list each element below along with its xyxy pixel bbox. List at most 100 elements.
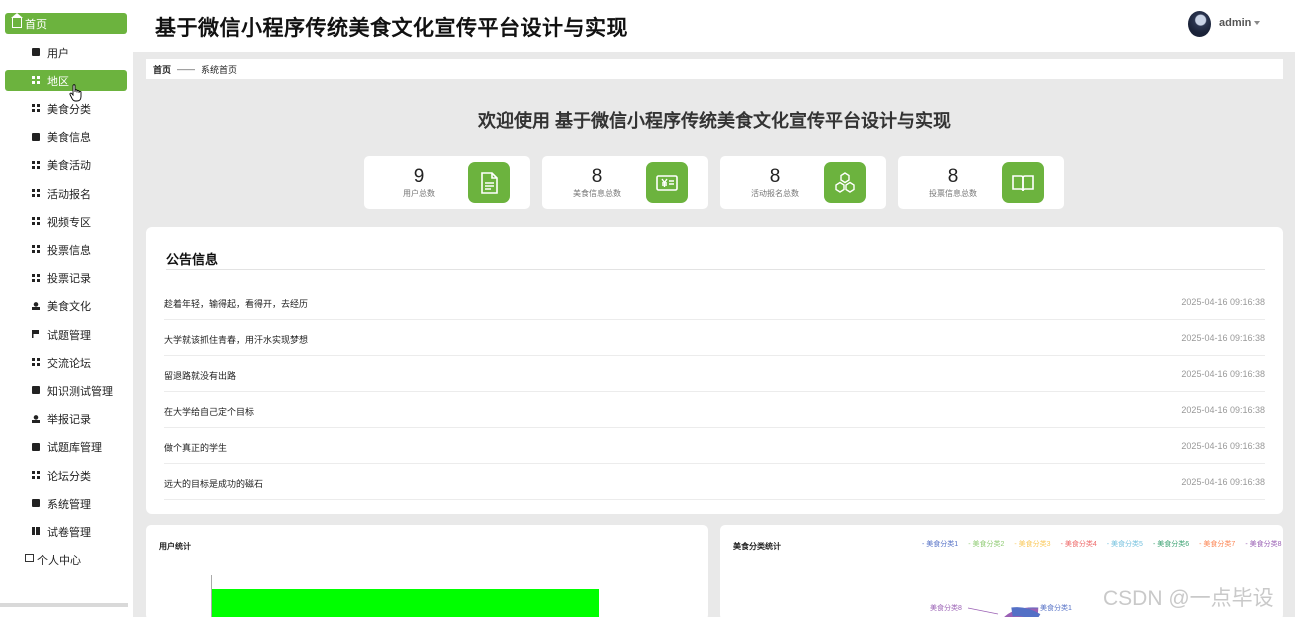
- sidebar: 首页 用户地区美食分类美食信息美食活动活动报名视频专区投票信息投票记录美食文化试…: [0, 0, 133, 617]
- stat-value: 9: [413, 166, 425, 187]
- sidebar-item[interactable]: 视频专区: [5, 211, 127, 232]
- sidebar-item-label: 交流论坛: [47, 357, 91, 370]
- sidebar-item-label: 用户: [47, 47, 69, 60]
- sidebar-item-label: 投票记录: [47, 273, 91, 286]
- grid-icon: [32, 358, 40, 367]
- legend-item[interactable]: 美食分类4: [1061, 539, 1097, 549]
- notice-row[interactable]: 远大的目标是成功的磁石 2025-04-16 09:16:38: [164, 464, 1265, 500]
- notice-date: 2025-04-16 09:16:38: [1181, 333, 1265, 343]
- grid-icon: [32, 217, 40, 226]
- sidebar-item-label: 视频专区: [47, 216, 91, 229]
- watermark: CSDN @一点毕设: [1103, 587, 1274, 610]
- legend-item[interactable]: 美食分类7: [1199, 539, 1235, 549]
- sidebar-item-label: 美食信息: [47, 132, 91, 145]
- grid-icon: [32, 471, 40, 479]
- legend-item[interactable]: 美食分类1: [922, 539, 958, 549]
- stat-label: 用户总数: [403, 189, 435, 198]
- avatar[interactable]: [1188, 11, 1211, 37]
- sidebar-item[interactable]: 美食活动: [5, 155, 127, 176]
- breadcrumb-home[interactable]: 首页: [153, 63, 171, 76]
- legend-item[interactable]: 美食分类6: [1153, 539, 1189, 549]
- sidebar-item-label: 活动报名: [47, 188, 91, 201]
- chart-legend: 美食分类1 美食分类2 美食分类3 美食分类4 美食分类5 美食分类6 美食分类7 美食分类8: [922, 539, 1282, 549]
- sidebar-item[interactable]: 投票记录: [5, 268, 127, 289]
- stat-value: 8: [769, 166, 781, 187]
- notice-text: 趁着年轻，输得起，看得开，去经历: [164, 299, 309, 309]
- sidebar-item[interactable]: 地区: [5, 70, 127, 92]
- sidebar-item-label: 试题管理: [47, 329, 91, 342]
- divider: [166, 269, 1265, 270]
- user-icon: [32, 301, 40, 310]
- stat-card-users: 9 用户总数: [364, 156, 530, 209]
- sidebar-item[interactable]: 论坛分类: [5, 465, 127, 486]
- sidebar-item[interactable]: 交流论坛: [5, 352, 127, 373]
- chat-icon: [32, 499, 40, 508]
- notice-row[interactable]: 留退路就没有出路 2025-04-16 09:16:38: [164, 356, 1265, 392]
- sidebar-item-home[interactable]: 首页: [5, 13, 127, 34]
- books-icon: [32, 527, 40, 536]
- breadcrumb-separator: ——: [177, 64, 196, 74]
- stat-card-votes: 8 投票信息总数: [898, 156, 1064, 209]
- notice-date: 2025-04-16 09:16:38: [1181, 369, 1265, 379]
- stat-label: 活动报名总数: [751, 189, 799, 198]
- caret-down-icon[interactable]: [1254, 21, 1260, 25]
- legend-item[interactable]: 美食分类5: [1107, 539, 1143, 549]
- database-icon: [32, 442, 40, 451]
- sidebar-item[interactable]: 美食信息: [5, 127, 127, 148]
- sidebar-item[interactable]: 美食分类: [5, 98, 127, 119]
- notice-date: 2025-04-16 09:16:38: [1181, 405, 1265, 415]
- sidebar-item-label: 举报记录: [47, 414, 91, 427]
- sidebar-item[interactable]: 系统管理: [5, 493, 127, 514]
- notice-date: 2025-04-16 09:16:38: [1181, 441, 1265, 451]
- notice-text: 在大学给自己定个目标: [164, 407, 255, 417]
- legend-item[interactable]: 美食分类3: [1014, 539, 1051, 549]
- panel-title: 美食分类统计: [733, 542, 781, 551]
- grid-icon: [32, 245, 40, 254]
- sidebar-item[interactable]: 用户: [5, 42, 127, 63]
- legend-item[interactable]: 美食分类2: [968, 539, 1004, 549]
- grid-icon: [32, 189, 40, 197]
- app-title: 基于微信小程序传统美食文化宣传平台设计与实现: [155, 17, 628, 40]
- legend-item[interactable]: 美食分类8: [1245, 539, 1282, 549]
- sidebar-item-label: 美食活动: [47, 160, 91, 173]
- person-card-icon: [32, 48, 40, 56]
- grid-icon: [32, 104, 40, 113]
- flag-icon: [32, 330, 40, 338]
- sidebar-item[interactable]: 投票信息: [5, 239, 127, 260]
- notice-row[interactable]: 做个真正的学生 2025-04-16 09:16:38: [164, 428, 1265, 464]
- sidebar-item[interactable]: 活动报名: [5, 183, 127, 204]
- notice-title: 公告信息: [166, 252, 219, 267]
- sidebar-item-personal-center[interactable]: 个人中心: [25, 552, 81, 568]
- username[interactable]: admin: [1219, 17, 1251, 29]
- notice-text: 大学就该抓住青春，用汗水实现梦想: [164, 335, 309, 345]
- sidebar-item[interactable]: 美食文化: [5, 296, 127, 317]
- label-line: [967, 607, 999, 615]
- breadcrumb: 首页 —— 系统首页: [146, 59, 1283, 79]
- user-stats-panel: 用户统计: [146, 525, 708, 617]
- stat-card-activity-signup: 8 活动报名总数: [720, 156, 886, 209]
- sidebar-item-label: 知识测试管理: [47, 385, 113, 398]
- stat-label: 投票信息总数: [929, 189, 977, 198]
- sidebar-item[interactable]: 试卷管理: [5, 521, 127, 542]
- stat-label: 美食信息总数: [573, 189, 621, 198]
- notice-row[interactable]: 在大学给自己定个目标 2025-04-16 09:16:38: [164, 392, 1265, 428]
- stat-card-food-info: 8 美食信息总数: [542, 156, 708, 209]
- hand-cursor-icon: [69, 84, 82, 102]
- sidebar-item[interactable]: 举报记录: [5, 409, 127, 430]
- sidebar-item[interactable]: 试题库管理: [5, 437, 127, 458]
- slice-label: 美食分类8: [930, 603, 962, 612]
- sidebar-item-label: 试题库管理: [47, 442, 102, 455]
- document-icon: [468, 162, 510, 203]
- notice-row[interactable]: 趁着年轻，输得起，看得开，去经历 2025-04-16 09:16:38: [164, 284, 1265, 320]
- notice-row[interactable]: 大学就该抓住青春，用汗水实现梦想 2025-04-16 09:16:38: [164, 320, 1265, 356]
- notice-text: 留退路就没有出路: [164, 371, 237, 381]
- sidebar-item[interactable]: 试题管理: [5, 324, 127, 345]
- breadcrumb-current: 系统首页: [201, 64, 238, 75]
- notice-text: 远大的目标是成功的磁石: [164, 479, 264, 489]
- sidebar-item-label: 投票信息: [47, 244, 91, 257]
- stat-value: 8: [591, 166, 603, 187]
- sidebar-item[interactable]: 知识测试管理: [5, 380, 127, 401]
- grid-icon: [32, 76, 40, 85]
- sidebar-item-label: 论坛分类: [47, 470, 91, 483]
- user-stamp-icon: [32, 414, 40, 423]
